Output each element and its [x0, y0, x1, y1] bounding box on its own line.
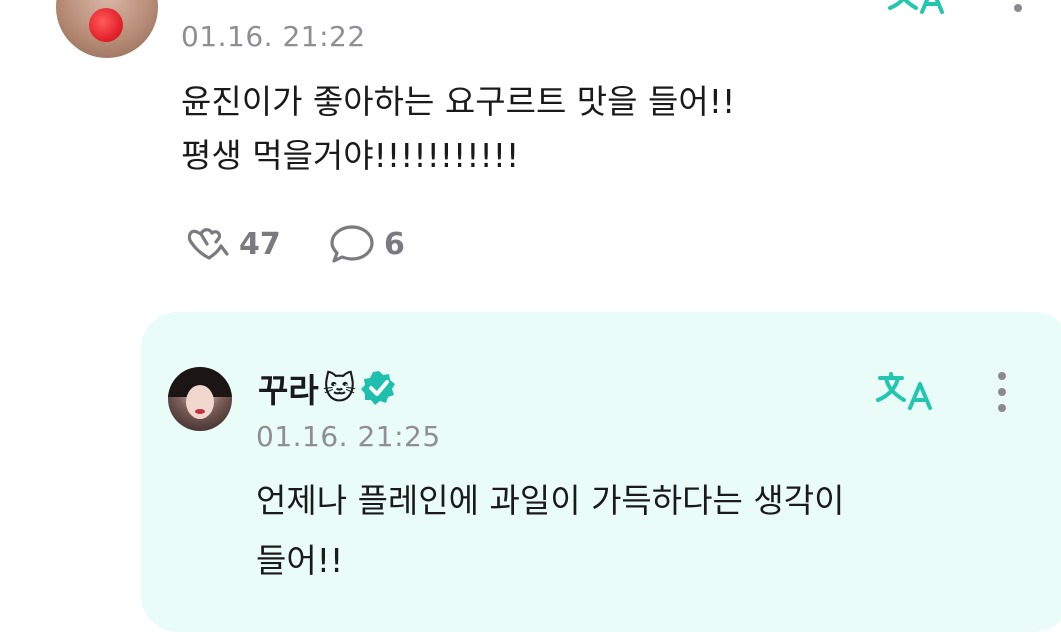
red-nose-decoration — [89, 8, 123, 42]
reply-button[interactable]: 6 — [330, 224, 405, 264]
reply-text-line-1: 언제나 플레인에 과일이 가득하다는 생각이 — [256, 481, 845, 520]
reply-timestamp: 01.16. 21:25 — [256, 420, 441, 453]
more-vertical-icon[interactable] — [998, 372, 1006, 412]
reply-text-line-2: 들어!! — [256, 541, 344, 580]
verified-badge-icon — [361, 371, 396, 405]
translate-icon[interactable] — [888, 0, 948, 14]
comment-text-line-2: 평생 먹을거야!!!!!!!!!!! — [181, 136, 520, 175]
reply-count: 6 — [384, 226, 405, 262]
like-button[interactable]: 47 — [185, 224, 281, 264]
heart-hands-icon — [187, 228, 229, 260]
comment-text-line-1: 윤진이가 좋아하는 요구르트 맛을 들어!! — [181, 82, 736, 121]
avatar-lips — [195, 409, 205, 414]
kebab-dot — [998, 404, 1006, 412]
cat-emoji-icon: 🐱 — [322, 369, 357, 407]
kebab-dot — [998, 372, 1006, 380]
speech-bubble-icon — [330, 225, 374, 263]
kebab-dot — [998, 388, 1006, 396]
reply-author-name[interactable]: 꾸라 — [258, 364, 319, 412]
reply-author-avatar[interactable] — [168, 367, 232, 431]
like-count: 47 — [239, 226, 281, 262]
comment-timestamp: 01.16. 21:22 — [181, 20, 366, 53]
more-vertical-icon[interactable] — [1014, 4, 1022, 12]
translate-icon[interactable] — [876, 372, 936, 412]
commenter-avatar[interactable] — [56, 0, 158, 58]
reply-author-row: 꾸라 🐱 — [258, 364, 398, 412]
